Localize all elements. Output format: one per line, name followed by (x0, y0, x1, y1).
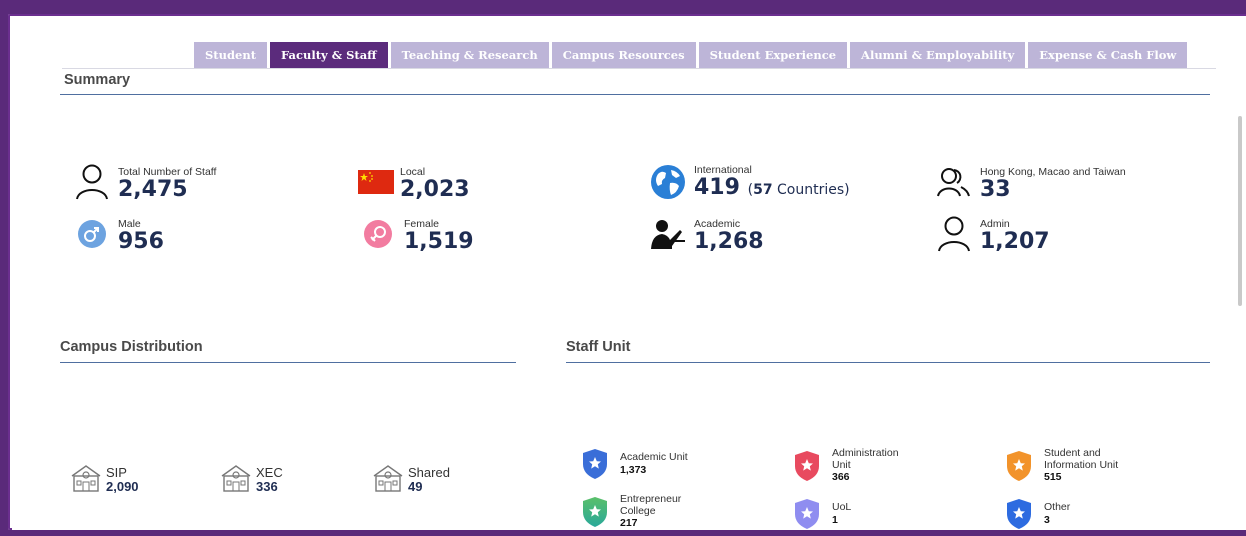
dashboard-content: Student Faculty & Staff Teaching & Resea… (12, 16, 1246, 530)
tab-divider (62, 68, 1216, 69)
stat-academic: Academic 1,268 (648, 214, 764, 254)
people-outline-icon (934, 162, 974, 202)
tab-student-experience[interactable]: Student Experience (698, 42, 848, 68)
countries-note: (57 Countries) (747, 182, 850, 198)
vertical-scrollbar[interactable] (1238, 116, 1242, 306)
campus-value: 2,090 (106, 479, 139, 494)
dashboard-frame: Student Faculty & Staff Teaching & Resea… (8, 14, 1246, 530)
tab-bar: Student Faculty & Staff Teaching & Resea… (194, 42, 1188, 68)
stat-international: International 419 (57 Countries) (648, 162, 850, 202)
unit-other: Other 3 (1006, 498, 1070, 530)
unit-student-information: Student and Information Unit 515 (1006, 447, 1144, 483)
unit-value: 1 (832, 513, 838, 526)
stat-female: Female 1,519 (358, 214, 474, 254)
stat-value: 1,519 (404, 229, 474, 254)
staff-unit-rule (566, 362, 1210, 363)
shield-star-icon (1007, 499, 1031, 529)
campus-label: XEC (256, 465, 283, 480)
unit-label: Academic Unit (620, 451, 688, 464)
unit-administration: Administration Unit 366 (794, 447, 918, 483)
campus-distribution-title: Campus Distribution (60, 339, 203, 355)
stat-value: 33 (980, 177, 1011, 202)
stat-value: 1,268 (694, 229, 764, 254)
unit-label: UoL (832, 501, 852, 514)
tab-teaching-research[interactable]: Teaching & Research (390, 42, 549, 68)
stat-value: 2,475 (118, 177, 188, 202)
countries-text: Countries) (772, 182, 850, 198)
person-outline-icon (934, 214, 974, 254)
teacher-icon (648, 214, 688, 254)
tab-faculty-staff[interactable]: Faculty & Staff (270, 42, 388, 68)
unit-label: Entrepreneur College (620, 493, 682, 517)
shield-star-icon (583, 496, 607, 527)
unit-label: Student and Information Unit (1044, 447, 1119, 471)
campus-value: 336 (256, 479, 278, 494)
stat-male: Male 956 (72, 214, 164, 254)
stat-local: Local 2,023 (358, 162, 470, 202)
campus-value: 49 (408, 479, 423, 494)
globe-icon (648, 162, 688, 202)
tab-expense-cash-flow[interactable]: Expense & Cash Flow (1028, 42, 1188, 68)
unit-value: 515 (1044, 471, 1062, 483)
unit-entrepreneur-college: Entrepreneur College 217 (582, 493, 700, 529)
school-building-icon (221, 465, 251, 492)
campus-item-shared: Shared 49 (372, 462, 450, 494)
campus-item-sip: SIP 2,090 (70, 462, 139, 494)
staff-unit-title: Staff Unit (566, 339, 631, 355)
unit-value: 1,373 (620, 463, 647, 476)
unit-uol: UoL 1 (794, 498, 851, 530)
shield-star-icon (795, 450, 819, 481)
unit-value: 366 (832, 471, 850, 483)
stat-hk-macao-taiwan: Hong Kong, Macao and Taiwan 33 (934, 162, 1126, 202)
shield-star-icon (1007, 450, 1031, 481)
unit-value: 217 (620, 517, 638, 529)
unit-value: 3 (1044, 513, 1050, 526)
summary-rule (60, 94, 1210, 95)
stat-value: 2,023 (400, 177, 470, 202)
campus-rule (60, 362, 516, 363)
countries-count: 57 (753, 182, 773, 198)
shield-star-icon (795, 499, 819, 529)
stat-value: 956 (118, 229, 164, 254)
campus-label: Shared (408, 465, 450, 480)
stat-value: 1,207 (980, 229, 1050, 254)
shield-star-icon (583, 449, 607, 479)
unit-academic: Academic Unit 1,373 (582, 448, 688, 480)
campus-item-xec: XEC 336 (220, 462, 283, 494)
summary-title: Summary (64, 72, 131, 88)
school-building-icon (71, 465, 101, 492)
stat-value: 419 (57 Countries) (694, 176, 850, 202)
tab-alumni-employability[interactable]: Alumni & Employability (850, 42, 1026, 68)
stat-admin: Admin 1,207 (934, 214, 1050, 254)
campus-label: SIP (106, 465, 127, 480)
international-count: 419 (694, 175, 740, 200)
person-outline-icon (72, 162, 112, 202)
male-icon (72, 214, 112, 254)
unit-label: Other (1044, 501, 1071, 514)
unit-label: Administration Unit (832, 447, 899, 471)
tab-campus-resources[interactable]: Campus Resources (551, 42, 696, 68)
female-icon (358, 214, 398, 254)
china-flag-icon (358, 162, 394, 202)
stat-total-staff: Total Number of Staff 2,475 (72, 162, 216, 202)
tab-student[interactable]: Student (194, 42, 268, 68)
school-building-icon (373, 465, 403, 492)
